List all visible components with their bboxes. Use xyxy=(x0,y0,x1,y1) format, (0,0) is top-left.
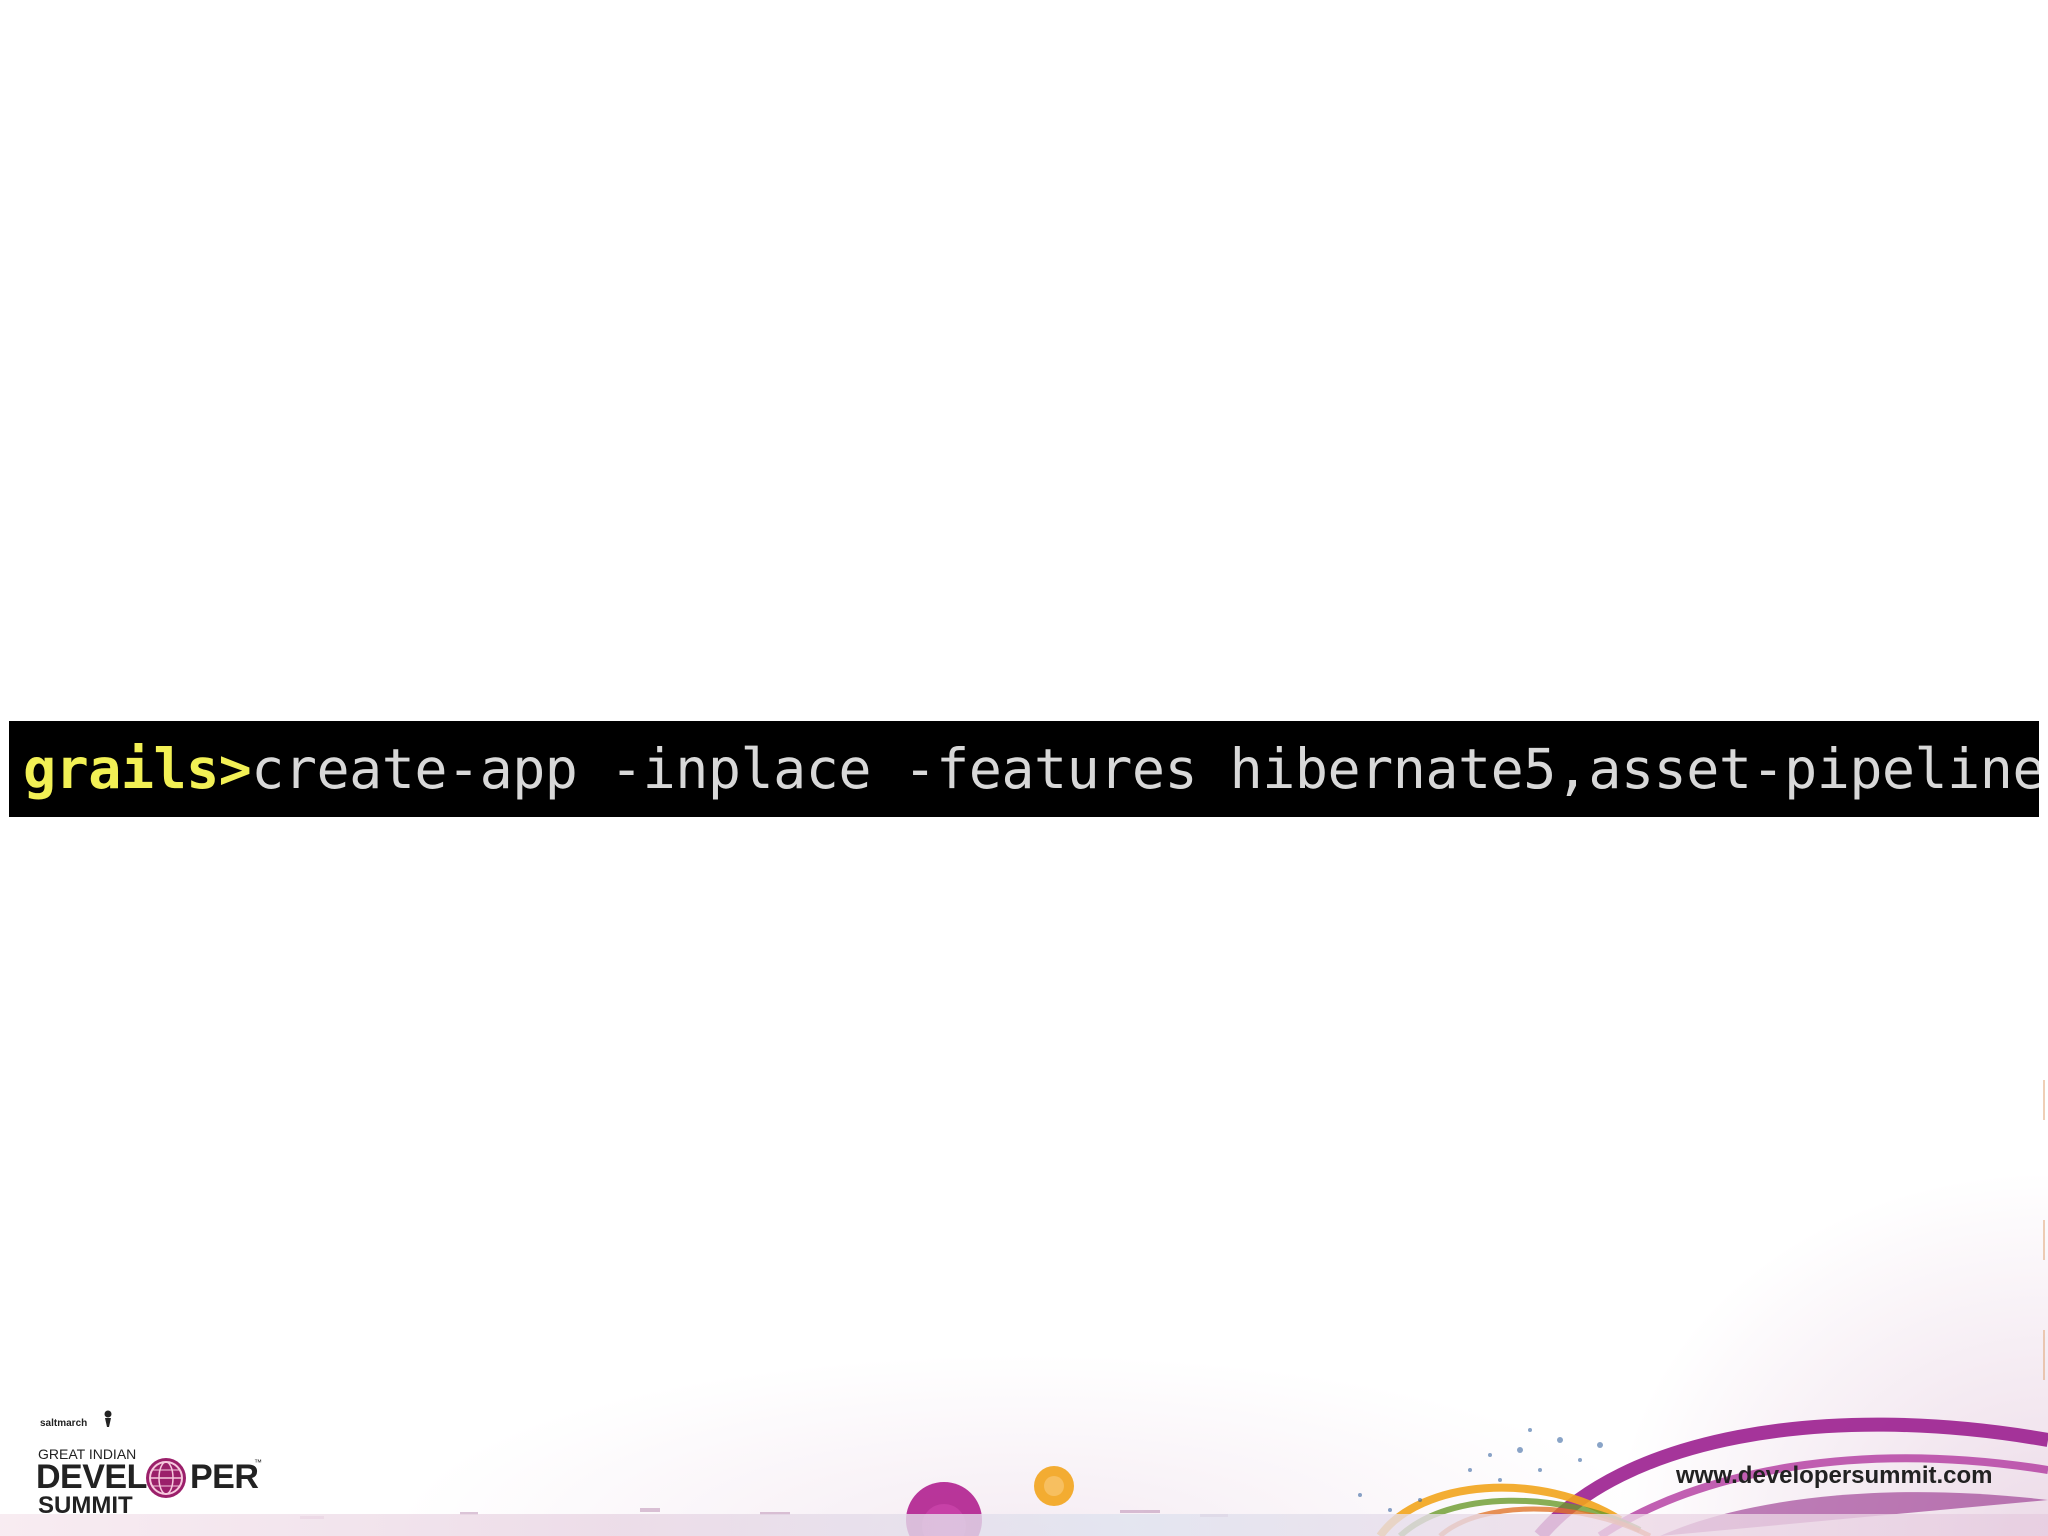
footer-strip xyxy=(0,1514,2048,1536)
logo-trademark: ™ xyxy=(254,1458,262,1467)
terminal-command: create-app -inplace -features hibernate5… xyxy=(251,737,2039,801)
website-url: www.developersummit.com xyxy=(1676,1462,1993,1489)
gids-logo: saltmarch GREAT INDIAN DEVEL PER ™ SUMMI… xyxy=(36,1408,276,1519)
logo-line-3: SUMMIT xyxy=(38,1492,133,1519)
globe-icon xyxy=(146,1458,186,1498)
terminal-prompt: grails> xyxy=(23,737,252,801)
terminal-command-line: grails> create-app -inplace -features hi… xyxy=(9,721,2039,817)
logo-line-2-right: PER xyxy=(190,1458,259,1496)
logo-sponsor-text: saltmarch xyxy=(40,1418,88,1429)
sponsor-mark-icon xyxy=(104,1410,112,1427)
